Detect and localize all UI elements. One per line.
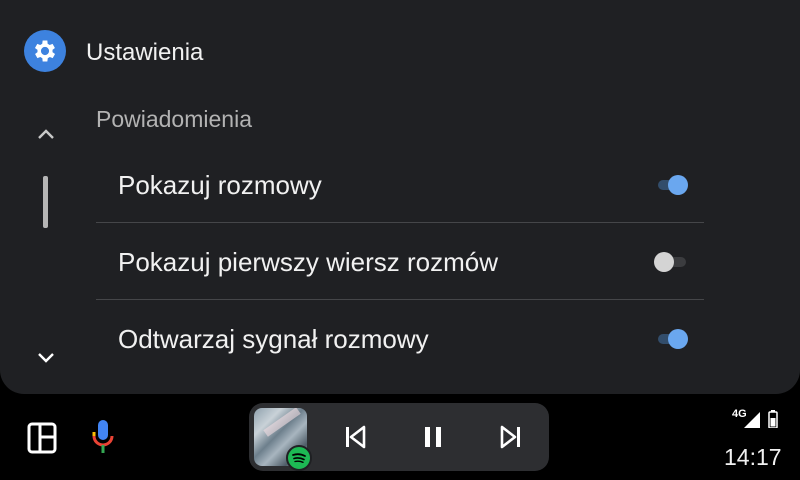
section-header: Powiadomienia (96, 106, 252, 132)
settings-panel: Ustawienia Powiadomienia Pokazuj rozmowy… (0, 0, 800, 394)
setting-row-play-sound[interactable]: Odtwarzaj sygnał rozmowy (96, 300, 704, 376)
status-icons: 4G (728, 408, 788, 430)
skip-next-icon[interactable] (497, 423, 525, 451)
battery-icon (768, 410, 778, 428)
settings-app-icon[interactable] (24, 30, 66, 72)
setting-row-show-conversations[interactable]: Pokazuj rozmowy (96, 146, 704, 223)
setting-row-show-first-line[interactable]: Pokazuj pierwszy wiersz rozmów (96, 223, 704, 300)
toggle-switch[interactable] (654, 174, 688, 196)
toggle-switch[interactable] (654, 328, 688, 350)
chevron-up-icon[interactable] (34, 124, 58, 144)
pause-icon[interactable] (419, 423, 447, 451)
clock: 14:17 (724, 444, 782, 470)
chevron-down-icon[interactable] (34, 348, 58, 368)
scrollbar-thumb[interactable] (43, 176, 48, 228)
toggle-switch[interactable] (654, 251, 688, 273)
spotify-icon (286, 445, 312, 471)
media-widget[interactable] (249, 403, 549, 471)
setting-label: Odtwarzaj sygnał rozmowy (118, 324, 429, 354)
gear-icon (34, 40, 56, 62)
setting-label: Pokazuj pierwszy wiersz rozmów (118, 247, 498, 277)
setting-label: Pokazuj rozmowy (118, 170, 322, 200)
skip-previous-icon[interactable] (341, 423, 369, 451)
app-grid-icon[interactable] (27, 422, 57, 454)
signal-icon (744, 412, 760, 428)
app-title: Ustawienia (86, 39, 204, 66)
microphone-icon[interactable] (88, 418, 118, 458)
